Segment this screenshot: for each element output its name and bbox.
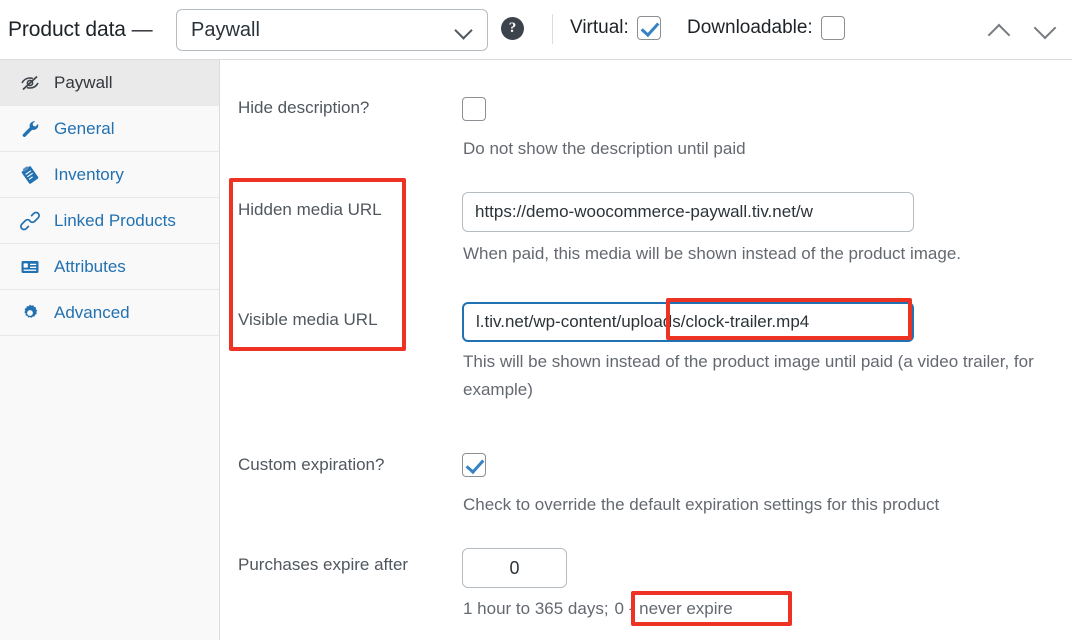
custom-expiration-label: Custom expiration? — [238, 455, 385, 474]
chevron-down-icon[interactable] — [1030, 16, 1060, 42]
hide-description-help: Do not show the description until paid — [463, 139, 746, 158]
visible-media-url-label: Visible media URL — [238, 310, 378, 329]
page-title: Product data — — [8, 17, 153, 41]
product-data-panel: Product data — Paywall ? Virtual: Downlo… — [0, 0, 1072, 640]
sidebar-item-label: Advanced — [54, 302, 130, 322]
visible-media-url-help: This will be shown instead of the produc… — [463, 352, 1034, 399]
sidebar-item-label: General — [54, 118, 115, 138]
product-type-value: Paywall — [191, 18, 260, 41]
paywall-settings-panel: Hide description? Do not show the descri… — [220, 60, 1072, 640]
sidebar-item-label: Inventory — [54, 164, 124, 184]
virtual-label: Virtual: — [570, 17, 629, 38]
visible-media-url-input[interactable]: l.tiv.net/wp-content/uploads/clock-trail… — [462, 302, 914, 342]
hidden-media-url-label: Hidden media URL — [238, 200, 382, 219]
chevron-down-icon — [455, 21, 473, 39]
virtual-field: Virtual: — [570, 16, 661, 40]
wrench-icon — [22, 120, 39, 137]
sidebar-item-attributes[interactable]: Attributes — [0, 244, 219, 290]
sidebar-item-advanced[interactable]: Advanced — [0, 290, 219, 336]
downloadable-checkbox[interactable] — [820, 16, 845, 40]
custom-expiration-help: Check to override the default expiration… — [463, 495, 940, 514]
sidebar-item-inventory[interactable]: Inventory — [0, 152, 219, 198]
sidebar-item-label: Linked Products — [54, 210, 176, 230]
sidebar-item-linked-products[interactable]: Linked Products — [0, 198, 219, 244]
virtual-checkbox[interactable] — [636, 16, 661, 40]
product-type-select[interactable]: Paywall — [176, 9, 488, 51]
sidebar-item-label: Attributes — [54, 256, 126, 276]
eye-slash-icon — [21, 75, 39, 90]
sidebar-item-label: Paywall — [54, 72, 113, 92]
custom-expiration-checkbox[interactable] — [462, 453, 486, 477]
help-circle-icon[interactable]: ? — [501, 17, 524, 40]
list-box-icon — [21, 260, 39, 273]
link-icon — [20, 211, 40, 230]
purchases-expire-after-label: Purchases expire after — [238, 555, 409, 574]
hidden-media-url-help: When paid, this media will be shown inst… — [463, 244, 961, 263]
hide-description-label: Hide description? — [238, 98, 370, 117]
gear-icon — [24, 304, 38, 318]
hidden-media-url-input[interactable]: https://demo-woocommerce-paywall.tiv.net… — [462, 192, 914, 232]
clipboard-icon — [21, 165, 39, 184]
purchases-expire-after-help: 1 hour to 365 days; 0 - never expire — [463, 595, 733, 623]
downloadable-label: Downloadable: — [687, 17, 813, 38]
header-divider — [552, 14, 553, 44]
panel-collapse-controls — [984, 16, 1060, 42]
expire-help-prefix: 1 hour to 365 days; — [463, 599, 609, 618]
expire-help-highlight: 0 - never expire — [614, 599, 733, 618]
sidebar-item-general[interactable]: General — [0, 106, 219, 152]
hide-description-checkbox[interactable] — [462, 97, 486, 121]
product-data-tabs-sidebar: Paywall General Inventory Linked Product… — [0, 60, 220, 640]
panel-header: Product data — Paywall ? Virtual: Downlo… — [0, 0, 1072, 60]
chevron-up-icon[interactable] — [984, 16, 1014, 42]
sidebar-item-paywall[interactable]: Paywall — [0, 60, 219, 106]
purchases-expire-after-input[interactable]: 0 — [462, 548, 567, 588]
downloadable-field: Downloadable: — [687, 16, 845, 40]
